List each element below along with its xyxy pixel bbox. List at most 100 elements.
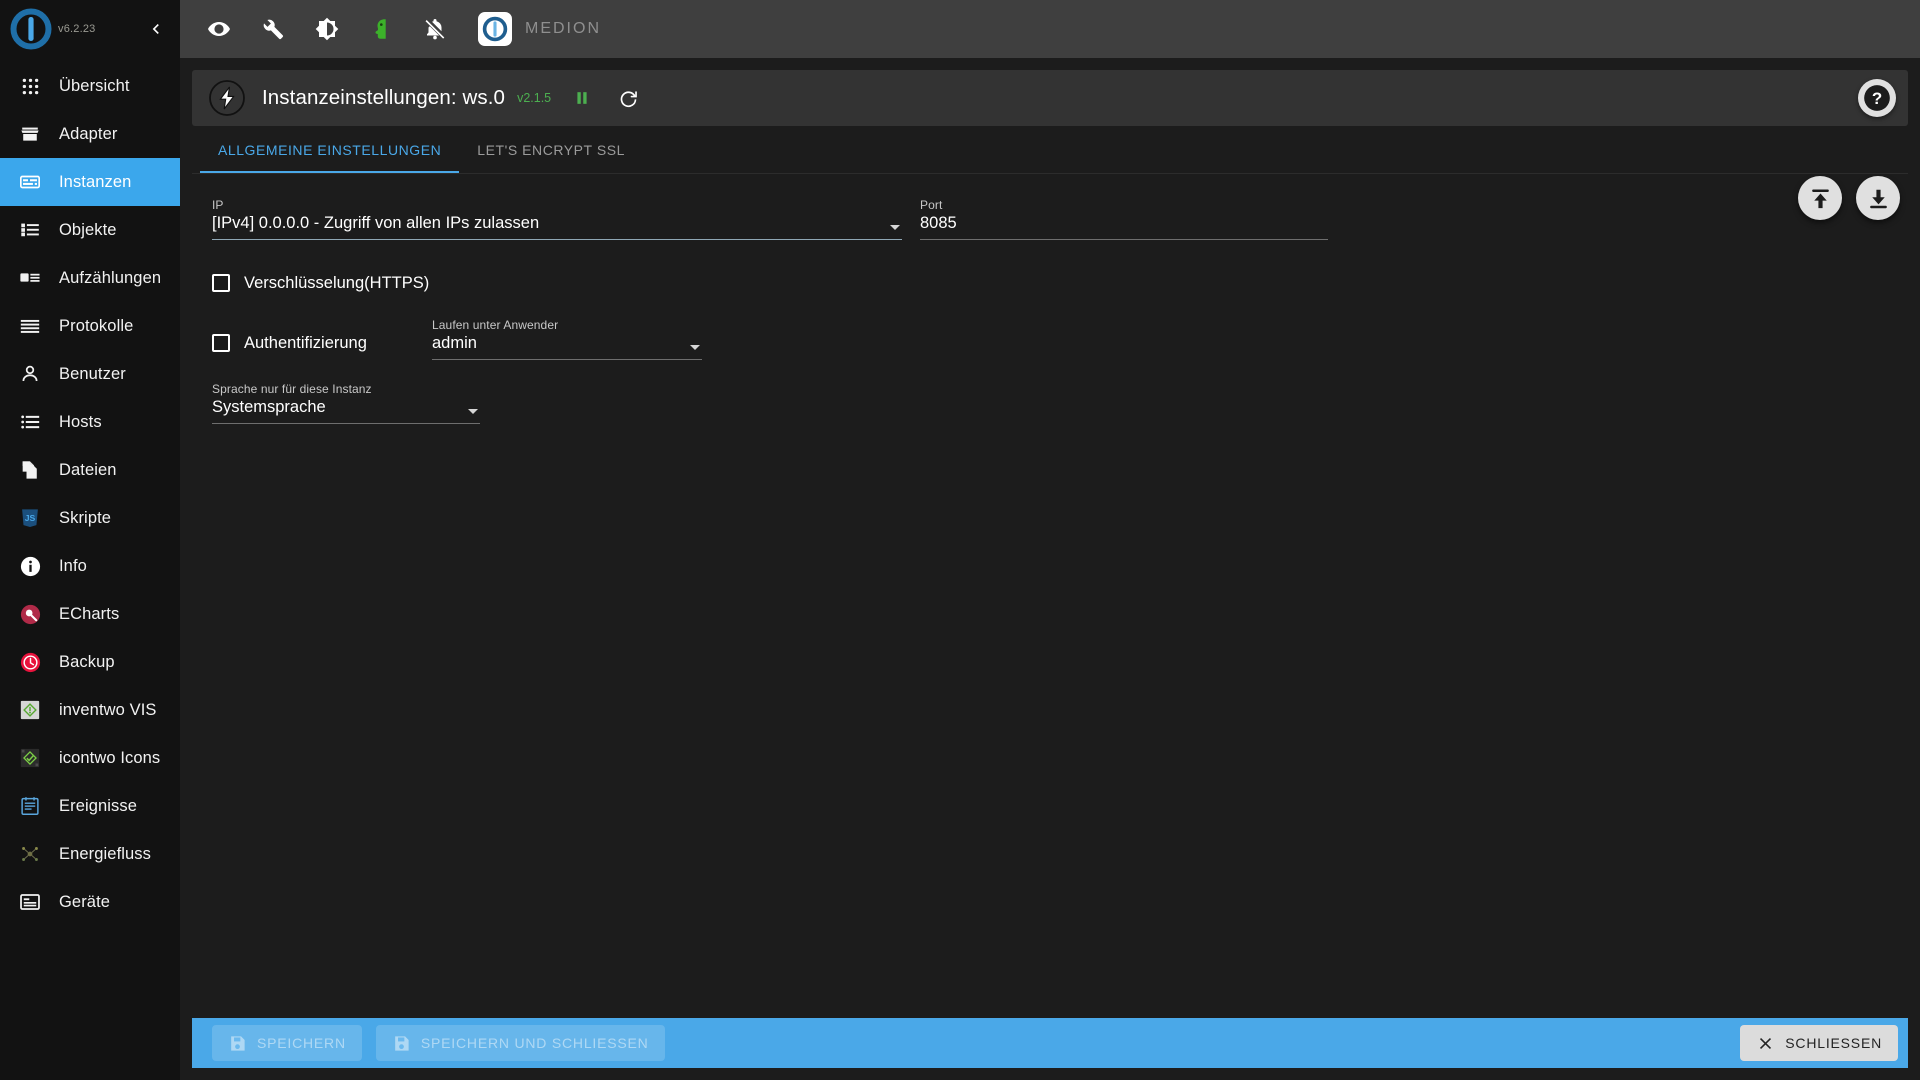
sidebar-item-skripte[interactable]: JS Skripte bbox=[0, 494, 180, 542]
port-label: Port bbox=[920, 198, 943, 212]
sidebar-item-icontwo-icons[interactable]: icontwo Icons bbox=[0, 734, 180, 782]
sidebar-item-objekte[interactable]: Objekte bbox=[0, 206, 180, 254]
config-transfer-fabs bbox=[1798, 176, 1900, 220]
chevron-left-icon[interactable] bbox=[140, 13, 172, 45]
sidebar-item-protokolle[interactable]: Protokolle bbox=[0, 302, 180, 350]
sidebar-item-geraete[interactable]: Geräte bbox=[0, 878, 180, 926]
save-button[interactable]: SPEICHERN bbox=[212, 1025, 362, 1061]
sidebar-item-label: Aufzählungen bbox=[59, 268, 162, 287]
auth-checkbox[interactable]: Authentifizierung bbox=[192, 322, 432, 364]
pause-icon[interactable] bbox=[567, 83, 597, 113]
sidebar-item-label: Hosts bbox=[59, 412, 102, 431]
tab-bar: ALLGEMEINE EINSTELLUNGEN LET'S ENCRYPT S… bbox=[192, 126, 1908, 174]
ip-label: IP bbox=[212, 198, 224, 212]
language-value: Systemsprache bbox=[212, 398, 326, 416]
page-title: Instanzeinstellungen: ws.0 bbox=[262, 86, 506, 109]
sidebar-item-energiefluss[interactable]: Energiefluss bbox=[0, 830, 180, 878]
info-circle-icon bbox=[18, 554, 42, 578]
tab-lets-encrypt-ssl[interactable]: LET'S ENCRYPT SSL bbox=[459, 126, 643, 173]
devices-window-icon bbox=[18, 890, 42, 914]
sidebar-item-label: Dateien bbox=[59, 460, 117, 479]
lines-log-icon bbox=[18, 314, 42, 338]
sidebar-item-label: Geräte bbox=[59, 892, 111, 911]
help-question-icon[interactable]: ? bbox=[1858, 79, 1896, 117]
iobroker-logo-icon bbox=[478, 12, 512, 46]
wrench-build-icon[interactable] bbox=[256, 12, 290, 46]
port-input[interactable]: Port 8085 bbox=[920, 198, 1328, 240]
port-value: 8085 bbox=[920, 214, 957, 232]
close-x-icon bbox=[1756, 1034, 1775, 1053]
form-row-ip-port: IP [IPv4] 0.0.0.0 - Zugriff von allen IP… bbox=[192, 198, 1908, 240]
sidebar-item-echarts[interactable]: ECharts bbox=[0, 590, 180, 638]
instance-version-badge: v2.1.5 bbox=[517, 91, 552, 105]
ip-value: [IPv4] 0.0.0.0 - Zugriff von allen IPs z… bbox=[212, 214, 540, 232]
notifications-off-icon[interactable] bbox=[418, 12, 452, 46]
sidebar-item-label: Ereignisse bbox=[59, 796, 138, 815]
sidebar-item-benutzer[interactable]: Benutzer bbox=[0, 350, 180, 398]
sidebar-item-label: Backup bbox=[59, 652, 115, 671]
store-icon bbox=[18, 122, 42, 146]
ip-underline bbox=[212, 239, 902, 240]
chevron-down-icon[interactable] bbox=[890, 225, 900, 230]
sidebar-item-ereignisse[interactable]: Ereignisse bbox=[0, 782, 180, 830]
auth-label: Authentifizierung bbox=[244, 333, 367, 352]
language-label: Sprache nur für diese Instanz bbox=[212, 382, 372, 396]
sidebar-nav: Übersicht Adapter Instanzen Objekte Aufz… bbox=[0, 58, 180, 1080]
sidebar-item-info[interactable]: Info bbox=[0, 542, 180, 590]
sidebar-item-aufzaehlungen[interactable]: Aufzählungen bbox=[0, 254, 180, 302]
save-floppy-icon bbox=[228, 1034, 247, 1053]
download-config-icon[interactable] bbox=[1856, 176, 1900, 220]
sidebar-item-uebersicht[interactable]: Übersicht bbox=[0, 62, 180, 110]
sidebar: v6.2.23 Übersicht Adapter Instanzen Obje… bbox=[0, 0, 180, 1080]
sidebar-item-label: Benutzer bbox=[59, 364, 126, 383]
https-checkbox[interactable]: Verschlüsselung(HTTPS) bbox=[192, 262, 429, 304]
refresh-icon[interactable] bbox=[613, 83, 643, 113]
tab-allgemeine-einstellungen[interactable]: ALLGEMEINE EINSTELLUNGEN bbox=[200, 126, 460, 173]
expert-mode-head-icon[interactable] bbox=[364, 12, 398, 46]
run-as-user-label: Laufen unter Anwender bbox=[432, 318, 559, 332]
events-note-icon bbox=[18, 794, 42, 818]
form-row-language: Sprache nur für diese Instanz Systemspra… bbox=[192, 382, 1908, 424]
close-button[interactable]: SCHLIESSEN bbox=[1740, 1025, 1898, 1061]
sidebar-header: v6.2.23 bbox=[0, 0, 180, 58]
sidebar-item-label: Adapter bbox=[59, 124, 118, 143]
top-toolbar: MEDION bbox=[180, 0, 1920, 58]
run-as-user-value: admin bbox=[432, 334, 477, 352]
sidebar-item-label: Protokolle bbox=[59, 316, 134, 335]
sidebar-item-backup[interactable]: Backup bbox=[0, 638, 180, 686]
tab-label: ALLGEMEINE EINSTELLUNGEN bbox=[218, 141, 442, 158]
sidebar-item-dateien[interactable]: Dateien bbox=[0, 446, 180, 494]
action-bar: SPEICHERN SPEICHERN UND SCHLIESSEN SCHLI… bbox=[192, 1018, 1908, 1068]
chevron-down-icon[interactable] bbox=[468, 409, 478, 414]
port-underline bbox=[920, 239, 1328, 240]
save-and-close-button[interactable]: SPEICHERN UND SCHLIESSEN bbox=[375, 1025, 665, 1061]
app-root: v6.2.23 Übersicht Adapter Instanzen Obje… bbox=[0, 0, 1920, 1080]
run-as-user-select[interactable]: Laufen unter Anwender admin bbox=[432, 318, 702, 360]
checkbox-box bbox=[212, 274, 230, 292]
checkbox-box bbox=[212, 334, 230, 352]
sidebar-item-adapter[interactable]: Adapter bbox=[0, 110, 180, 158]
upload-config-icon[interactable] bbox=[1798, 176, 1842, 220]
sidebar-version: v6.2.23 bbox=[58, 23, 96, 35]
brightness-mode-icon[interactable] bbox=[310, 12, 344, 46]
sidebar-item-instanzen[interactable]: Instanzen bbox=[0, 158, 180, 206]
chevron-down-icon[interactable] bbox=[690, 345, 700, 350]
language-select[interactable]: Sprache nur für diese Instanz Systemspra… bbox=[212, 382, 480, 424]
sidebar-item-label: Info bbox=[59, 556, 87, 575]
server-stack-icon bbox=[18, 410, 42, 434]
ip-select[interactable]: IP [IPv4] 0.0.0.0 - Zugriff von allen IP… bbox=[212, 198, 902, 240]
instances-card-icon bbox=[18, 170, 42, 194]
sidebar-item-inventwo-vis[interactable]: inventwo VIS bbox=[0, 686, 180, 734]
form-row-https: Verschlüsselung(HTTPS) bbox=[192, 262, 1908, 304]
instance-settings-panel: Instanzeinstellungen: ws.0 v2.1.5 ? ALLG… bbox=[180, 58, 1920, 1080]
sidebar-item-hosts[interactable]: Hosts bbox=[0, 398, 180, 446]
brand-block: MEDION bbox=[478, 12, 601, 46]
sidebar-item-label: ECharts bbox=[59, 604, 120, 623]
files-copy-icon bbox=[18, 458, 42, 482]
backup-clock-icon bbox=[18, 650, 42, 674]
visibility-eye-icon[interactable] bbox=[202, 12, 236, 46]
icontwo-icons-icon bbox=[18, 746, 42, 770]
main-area: MEDION Instanzeinstellungen: ws.0 v2.1.5 bbox=[180, 0, 1920, 1080]
tab-label: LET'S ENCRYPT SSL bbox=[477, 141, 625, 158]
energyflow-icon bbox=[18, 842, 42, 866]
